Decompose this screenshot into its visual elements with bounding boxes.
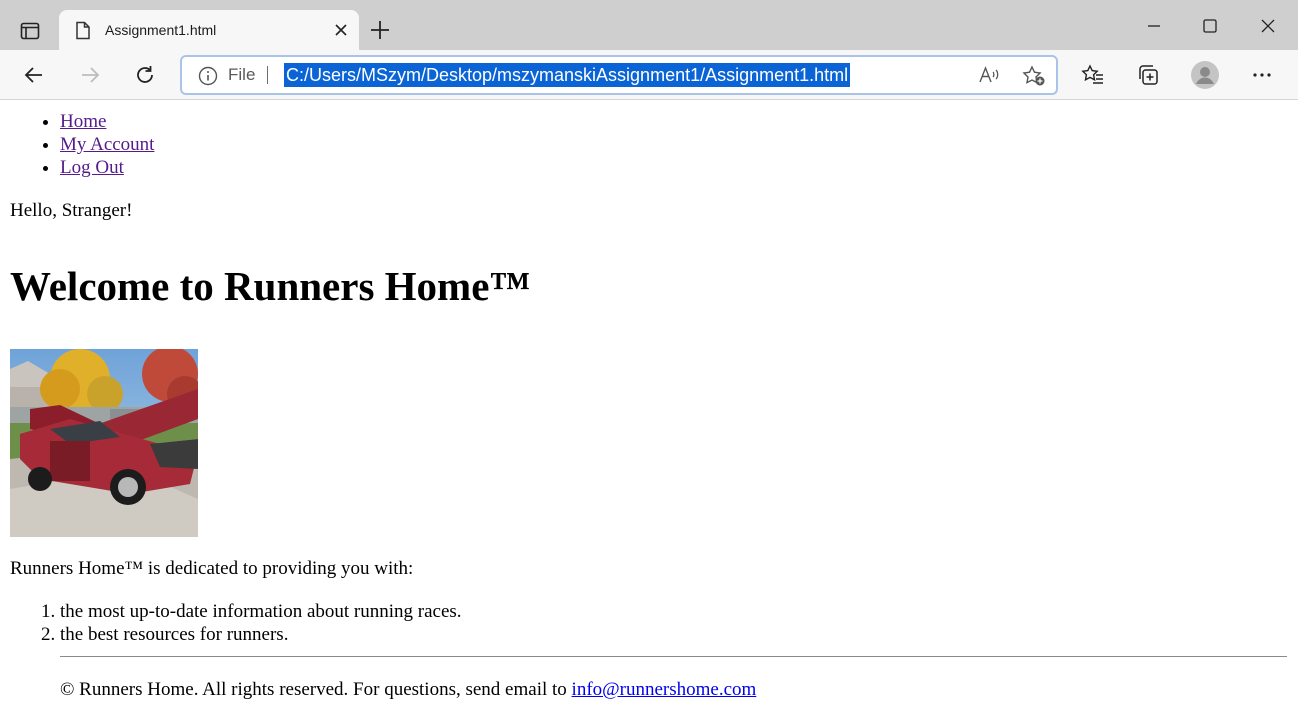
minimize-icon[interactable] (1142, 14, 1166, 38)
site-nav: Home My Account Log Out (10, 110, 154, 179)
reload-icon[interactable] (133, 63, 157, 87)
more-icon[interactable] (1250, 63, 1274, 87)
footer: © Runners Home. All rights reserved. For… (60, 678, 756, 701)
footer-divider (60, 656, 1287, 657)
close-icon[interactable] (333, 22, 349, 38)
nav-link-log-out[interactable]: Log Out (60, 157, 124, 178)
favorites-icon[interactable] (1081, 63, 1105, 87)
nav-item: Home (60, 110, 154, 133)
car-photo (10, 349, 198, 537)
url-text[interactable]: C:/Users/MSzym/Desktop/mszymanskiAssignm… (284, 63, 851, 87)
nav-item: My Account (60, 133, 154, 156)
plus-icon[interactable] (368, 18, 392, 42)
sidebar-toggle-button[interactable] (10, 14, 50, 48)
title-bar: Assignment1.html (0, 0, 1298, 50)
window-close-icon[interactable] (1256, 14, 1280, 38)
read-aloud-icon[interactable] (978, 65, 1000, 85)
add-favorite-icon[interactable] (1022, 65, 1046, 87)
forward-arrow-icon[interactable] (78, 63, 102, 87)
nav-link-my-account[interactable]: My Account (60, 134, 154, 155)
tab-title: Assignment1.html (105, 22, 217, 38)
feature-item: the most up-to-date information about ru… (60, 600, 462, 623)
nav-link-home[interactable]: Home (60, 111, 106, 132)
address-separator (267, 66, 268, 84)
feature-list: the most up-to-date information about ru… (10, 600, 462, 646)
email-link[interactable]: info@runnershome.com (572, 679, 757, 700)
back-arrow-icon[interactable] (22, 63, 46, 87)
feature-item: the best resources for runners. (60, 623, 462, 646)
address-bar[interactable]: File C:/Users/MSzym/Desktop/mszymanskiAs… (180, 55, 1058, 95)
info-icon[interactable] (198, 66, 218, 86)
page-heading: Welcome to Runners Home™ (10, 263, 531, 309)
collections-icon[interactable] (1136, 63, 1160, 87)
footer-text: © Runners Home. All rights reserved. For… (60, 679, 572, 700)
intro-text: Runners Home™ is dedicated to providing … (10, 558, 414, 579)
sidebar-toggle-icon (20, 22, 40, 40)
profile-avatar-icon[interactable] (1191, 61, 1219, 89)
maximize-icon[interactable] (1198, 14, 1222, 38)
nav-item: Log Out (60, 156, 154, 179)
page-content: Home My Account Log Out Hello, Stranger!… (0, 100, 1298, 719)
browser-tab[interactable]: Assignment1.html (59, 10, 359, 50)
page-icon (76, 21, 90, 40)
browser-toolbar: File C:/Users/MSzym/Desktop/mszymanskiAs… (0, 50, 1298, 100)
greeting-text: Hello, Stranger! (10, 200, 133, 221)
address-scheme-label: File (228, 65, 256, 84)
